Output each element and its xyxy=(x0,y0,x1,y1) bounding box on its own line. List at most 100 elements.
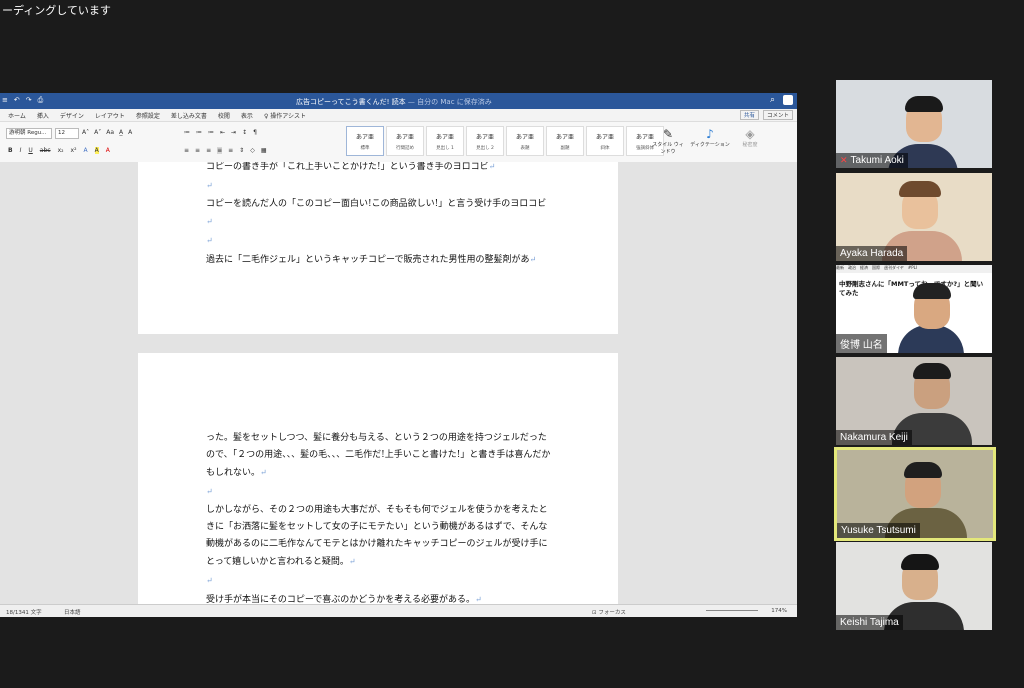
style-option[interactable]: あア亜 副題 xyxy=(546,126,584,156)
numbering-button[interactable]: ≔ xyxy=(196,129,202,136)
shading-button[interactable]: ◇ xyxy=(250,147,255,154)
sidebar-icon[interactable]: ≡ xyxy=(2,96,8,105)
person-silhouette xyxy=(913,283,951,299)
person-silhouette xyxy=(899,181,941,197)
tell-me-label: 操作アシスト xyxy=(270,112,307,120)
font-name-select[interactable]: 游明朝 Regu... xyxy=(6,128,52,139)
paragraph[interactable]: ↵ xyxy=(206,572,551,590)
tab-review[interactable]: 校閲 xyxy=(218,111,230,120)
style-sample: あア亜 xyxy=(595,134,614,141)
multilevel-list-button[interactable]: ≔ xyxy=(208,129,214,136)
tab-view[interactable]: 表示 xyxy=(241,111,253,120)
page2-text[interactable]: った。髪をセットしつつ、髪に養分も与える、という２つの用途を持つジェルだったので… xyxy=(206,430,551,605)
paragraph[interactable]: ↵ xyxy=(206,483,551,501)
page1-text[interactable]: コピーの書き手が「これ上手いことかけた!」という書き手のヨロコビ↵ ↵ コピーを読ん… xyxy=(206,162,551,270)
tab-layout[interactable]: レイアウト xyxy=(95,111,125,120)
sort-button[interactable]: ↕ xyxy=(242,129,247,136)
subscript-button[interactable]: x₂ xyxy=(58,147,64,154)
paragraph[interactable]: ↵ xyxy=(206,177,551,195)
paragraph-mark-icon: ↵ xyxy=(260,468,267,477)
zoom-slider[interactable] xyxy=(706,610,758,611)
style-option[interactable]: あア亜 見出し 1 xyxy=(426,126,464,156)
participant-tile[interactable]: Ayaka Harada xyxy=(836,173,992,261)
increase-indent-button[interactable]: ⇥ xyxy=(231,129,236,136)
paragraph[interactable]: コピーを読んだ人の「このコピー面白い!この商品欲しい!」と言う受け手のヨロコビ ↵ xyxy=(206,196,551,231)
distributed-button[interactable]: ≡ xyxy=(228,147,233,154)
text-effects-button[interactable]: A xyxy=(84,147,88,154)
highlight-button[interactable]: A xyxy=(94,147,99,154)
participant-name-tag: Nakamura Keiji xyxy=(836,430,912,445)
dictate-label: ディクテーション xyxy=(690,142,730,148)
justify-button[interactable]: ≡ xyxy=(217,147,223,154)
bold-button[interactable]: B xyxy=(8,147,13,154)
style-sample: あア亜 xyxy=(515,134,534,141)
focus-button[interactable]: ⊡ フォーカス xyxy=(592,608,626,616)
zoom-level[interactable]: 174% xyxy=(771,608,787,614)
share-button[interactable]: 共有 xyxy=(739,110,759,120)
style-option[interactable]: あア亜 標準 xyxy=(346,126,384,156)
word-count[interactable]: 18/1341 文字 xyxy=(6,608,42,616)
paragraph[interactable]: 過去に「二毛作ジェル」というキャッチコピーで販売された男性用の整髪剤があ↵ xyxy=(206,251,551,269)
participant-tile[interactable]: ✕ Takumi Aoki xyxy=(836,80,992,168)
redo-icon[interactable]: ↷ xyxy=(26,96,32,105)
paragraph[interactable]: ↵ xyxy=(206,232,551,250)
dictate-button[interactable]: ♪ ディクテーション xyxy=(690,127,730,148)
document-page[interactable]: コピーの書き手が「これ上手いことかけた!」という書き手のヨロコビ↵ ↵ コピーを読ん… xyxy=(138,162,618,334)
styles-pane-button[interactable]: ✎ スタイル ウィンドウ xyxy=(652,127,684,155)
participant-tile[interactable]: 最新 政治 経済 国際 週刊ダイヤ #PLI 中野剛志さんに「MMTってお…です… xyxy=(836,265,992,353)
italic-button[interactable]: I xyxy=(20,147,22,154)
tab-home[interactable]: ホーム xyxy=(8,111,26,120)
focus-label: フォーカス xyxy=(598,610,626,616)
align-left-button[interactable]: ≡ xyxy=(184,147,189,154)
paragraph-mark-icon: ↵ xyxy=(206,576,213,585)
document-page[interactable]: った。髪をセットしつつ、髪に養分も与える、という２つの用途を持つジェルだったので… xyxy=(138,353,618,605)
ribbon: 游明朝 Regu... 12 A˄ A˅ Aa A̲ A B I U abc x… xyxy=(0,122,797,163)
participant-tile-active-speaker[interactable]: Yusuke Tsutsumi xyxy=(834,447,996,541)
paragraph-text: 過去に「二毛作ジェル」というキャッチコピーで販売された男性用の整髪剤があ xyxy=(206,255,530,265)
tab-design[interactable]: デザイン xyxy=(60,111,84,120)
document-name: 広告コピーってこう書くんだ! 読本 xyxy=(296,98,406,106)
bullets-button[interactable]: ≔ xyxy=(184,129,190,136)
style-option[interactable]: あア亜 表題 xyxy=(506,126,544,156)
paragraph[interactable]: った。髪をセットしつつ、髪に養分も与える、という２つの用途を持つジェルだったので… xyxy=(206,430,551,482)
show-marks-button[interactable]: ¶ xyxy=(253,129,257,136)
align-center-button[interactable]: ≡ xyxy=(195,147,200,154)
sensitivity-label: 秘密度 xyxy=(742,142,758,148)
sensitivity-button[interactable]: ◈ 秘密度 xyxy=(738,127,762,148)
tab-insert[interactable]: 挿入 xyxy=(37,111,49,120)
print-icon[interactable]: ⎙ xyxy=(38,96,44,105)
align-right-button[interactable]: ≡ xyxy=(206,147,211,154)
participant-tile[interactable]: Keishi Tajima xyxy=(836,542,992,630)
font-color-button[interactable]: A xyxy=(106,147,110,154)
undo-icon[interactable]: ↶ xyxy=(14,96,20,105)
line-spacing-button[interactable]: ⇕ xyxy=(239,147,244,154)
tab-references[interactable]: 参照設定 xyxy=(136,111,160,120)
paragraph[interactable]: コピーの書き手が「これ上手いことかけた!」という書き手のヨロコビ↵ xyxy=(206,162,551,176)
decrease-indent-button[interactable]: ⇤ xyxy=(220,129,225,136)
participant-tile[interactable]: Nakamura Keiji xyxy=(836,357,992,445)
superscript-button[interactable]: x² xyxy=(71,147,77,154)
tab-mailings[interactable]: 差し込み文書 xyxy=(171,111,207,120)
style-option[interactable]: あア亜 見出し 2 xyxy=(466,126,504,156)
char-border-button[interactable]: A xyxy=(128,129,132,136)
underline-button[interactable]: U xyxy=(28,147,32,154)
tab-tell-me[interactable]: ♀ 操作アシスト xyxy=(264,111,306,120)
comment-button[interactable]: コメント xyxy=(762,110,793,120)
microphone-icon: ♪ xyxy=(706,127,714,141)
language-status[interactable]: 日本語 xyxy=(64,608,81,616)
style-option[interactable]: あア亜 行間詰め xyxy=(386,126,424,156)
style-option[interactable]: あア亜 斜体 xyxy=(586,126,624,156)
paragraph[interactable]: しかしながら、その２つの用途も大事だが、そもそも何でジェルを使うかを考えたときに… xyxy=(206,502,551,571)
document-canvas[interactable]: コピーの書き手が「これ上手いことかけた!」という書き手のヨロコビ↵ ↵ コピーを読ん… xyxy=(0,162,797,605)
change-case-button[interactable]: Aa xyxy=(106,129,114,136)
grow-font-button[interactable]: A˄ xyxy=(82,129,89,136)
paragraph[interactable]: 受け手が本当にそのコピーで喜ぶのかどうかを考える必要がある。↵ xyxy=(206,591,551,605)
phonetic-guide-button[interactable]: A̲ xyxy=(119,129,123,136)
strikethrough-button[interactable]: abc xyxy=(40,147,51,154)
shrink-font-button[interactable]: A˅ xyxy=(94,129,101,136)
borders-button[interactable]: ▦ xyxy=(261,147,267,154)
account-icon[interactable] xyxy=(783,95,793,105)
font-size-select[interactable]: 12 xyxy=(55,128,79,139)
search-icon[interactable]: ⌕ xyxy=(770,95,775,105)
paragraph-text: った。髪をセットしつつ、髪に養分も与える、という２つの用途を持つジェルだったので… xyxy=(206,433,551,478)
